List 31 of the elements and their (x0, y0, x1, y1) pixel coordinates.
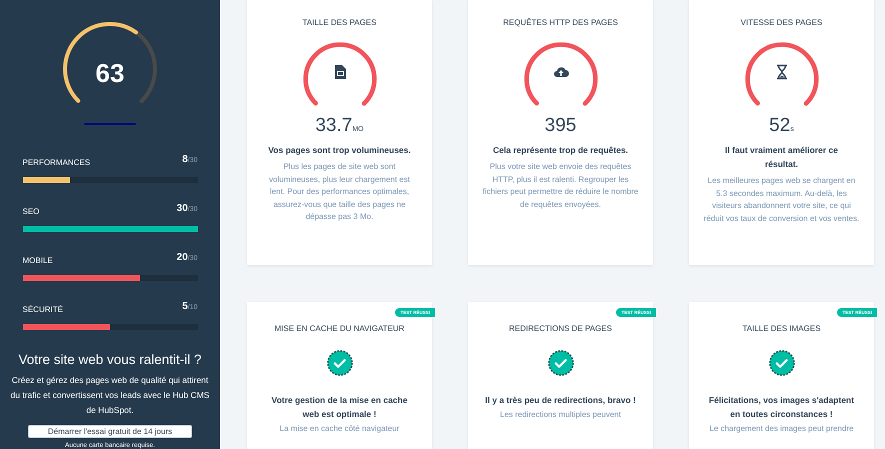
result-heading: Cela représente trop de requêtes. (492, 144, 630, 157)
result-heading: Il y a très peu de redirections, bravo ! (484, 394, 637, 407)
free-trial-button[interactable]: Démarrer l'essai gratuit de 14 jours (28, 425, 192, 438)
promo-title: Votre site web vous ralentit-il ? (18, 352, 202, 367)
result-description: Le chargement des images peut prendre (708, 423, 855, 435)
result-heading: Il faut vraiment améliorer ce résultat. (724, 144, 839, 171)
check-icon (326, 349, 354, 377)
redaction-mark (84, 123, 136, 125)
card-title: REQUÊTES HTTP DES PAGES (503, 18, 618, 27)
result-description: Les redirections multiples peuvent (499, 409, 622, 421)
result-heading: Vos pages sont trop volumineuses. (267, 144, 412, 157)
promo-text: Créez et gérez des pages web de qualité qui attirent du trafic et convertissent vos leads avec le Hub CMS de HubSpot. (10, 374, 210, 417)
category-label: PERFORMANCES (22, 158, 90, 167)
category-label: MOBILE (22, 256, 53, 265)
category-label: SÉCURITÉ (22, 305, 63, 314)
card-title: MISE EN CACHE DU NAVIGATEUR (274, 324, 404, 333)
result-description: Les meilleures pages web se chargent en 5.3 secondes maximum. Au-delà, les visiteurs abandonnent votre site, ce qui réduit vos taux de conversion et vos ventes. (702, 175, 860, 224)
check-icon (546, 349, 574, 377)
card-title: TAILLE DES PAGES (302, 18, 376, 27)
card-title: REDIRECTIONS DE PAGES (509, 324, 612, 333)
result-value: 395 (544, 115, 576, 137)
card-title: TAILLE DES IMAGES (742, 324, 821, 333)
result-description: La mise en cache côté navigateur (278, 423, 400, 435)
check-icon (768, 349, 796, 377)
result-heading: Votre gestion de la mise en cache web est optimale ! (270, 394, 408, 421)
result-description: Plus les pages de site web sont volumineuses, plus leur chargement est lent. Pour des performances optimales, assurez-vous que taille des pages ne dépasse pas 3 Mo. (268, 161, 411, 223)
result-heading: Félicitations, vos images s'adaptent en toutes circonstances ! (708, 394, 856, 421)
score-value: 63 (96, 58, 124, 89)
category-label: SEO (22, 207, 40, 216)
card-title: VITESSE DES PAGES (740, 18, 822, 27)
result-description: Plus votre site web envoie des requêtes HTTP, plus il est ralenti. Regrouper les fichiers peut permettre de réduire le nombre de requêtes envoyées. (482, 161, 640, 211)
